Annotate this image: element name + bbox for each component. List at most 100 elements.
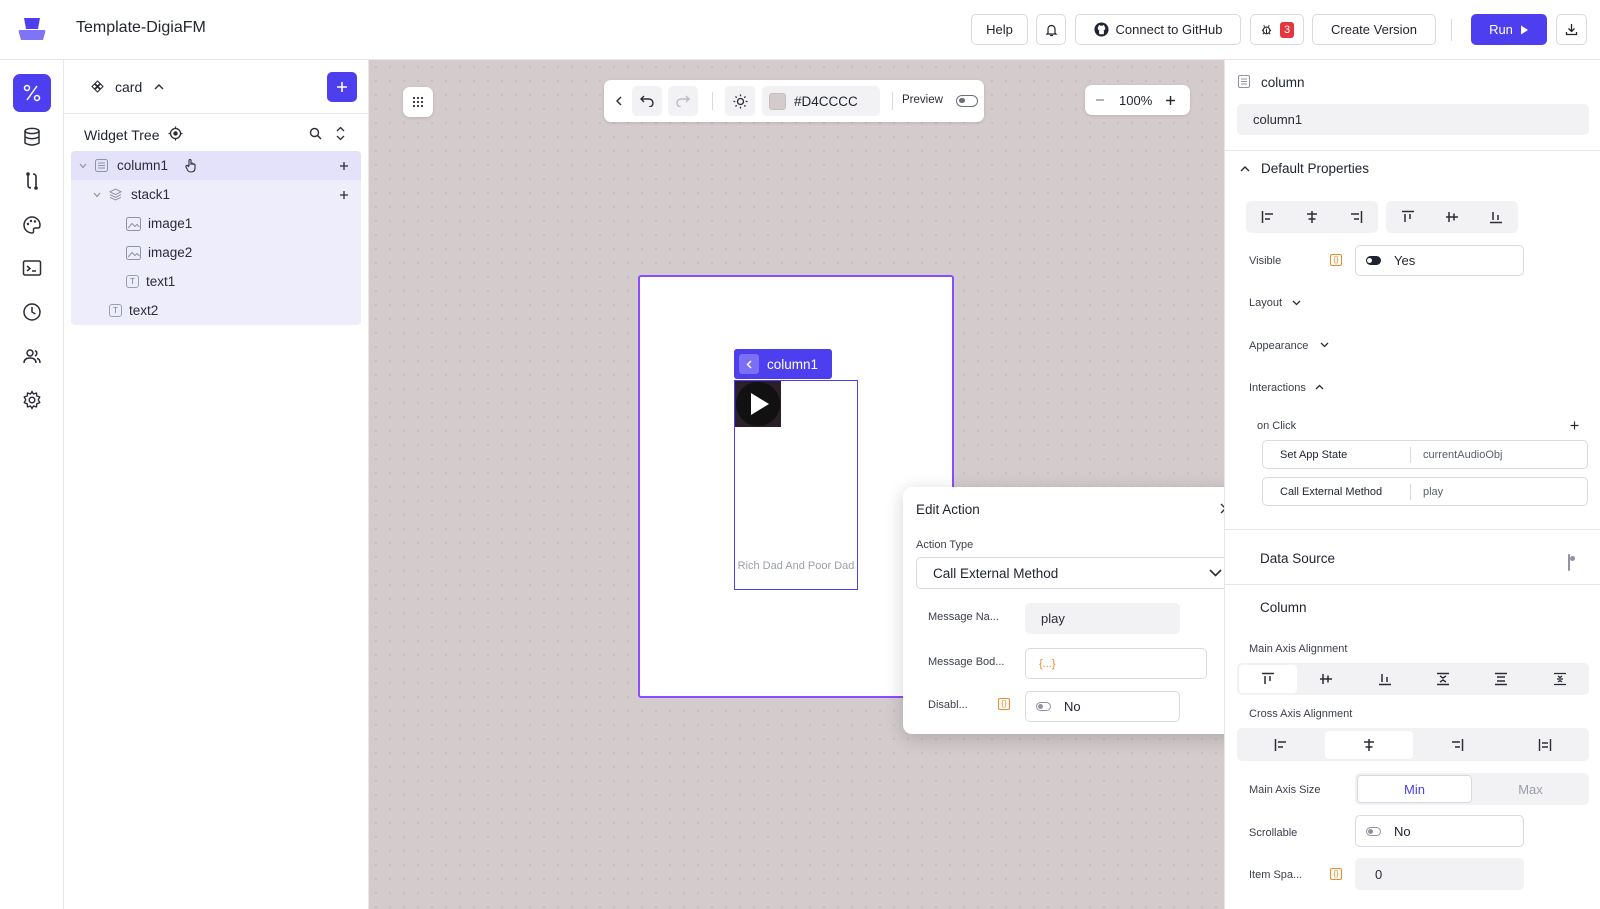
layout-section-title[interactable]: Layout — [1249, 297, 1282, 309]
run-label: Run — [1489, 22, 1513, 37]
rail-widgets-button[interactable] — [13, 74, 51, 112]
undo-button[interactable] — [632, 86, 662, 116]
chevron-down-icon[interactable] — [1320, 342, 1329, 348]
cross-axis-stretch-icon[interactable] — [1501, 731, 1589, 759]
space-around-icon[interactable] — [1472, 665, 1530, 693]
add-child-icon[interactable] — [339, 190, 349, 200]
rail-theme-button[interactable] — [13, 206, 51, 244]
main-axis-start-icon[interactable] — [1239, 665, 1298, 693]
appearance-section-title[interactable]: Appearance — [1249, 340, 1308, 352]
main-axis-center-icon[interactable] — [1297, 665, 1355, 693]
size-min-option[interactable]: Min — [1357, 775, 1472, 803]
tree-item-text1[interactable]: T text1 — [71, 267, 361, 296]
create-version-button[interactable]: Create Version — [1312, 14, 1436, 45]
align-bottom-icon[interactable] — [1474, 203, 1518, 231]
preview-toggle[interactable] — [956, 95, 978, 107]
cross-axis-center-icon[interactable] — [1325, 730, 1413, 759]
chevron-down-icon[interactable] — [79, 163, 87, 169]
search-icon[interactable] — [309, 127, 322, 140]
chevron-up-icon[interactable] — [1240, 165, 1250, 172]
rail-database-button[interactable] — [13, 118, 51, 156]
chevron-down-icon[interactable] — [93, 192, 101, 198]
rail-history-button[interactable] — [13, 293, 51, 331]
select-parent-button[interactable] — [739, 354, 759, 374]
rail-users-button[interactable] — [13, 337, 51, 375]
chevron-up-icon[interactable] — [1315, 384, 1324, 390]
option-label: Min — [1404, 781, 1425, 797]
locate-icon[interactable] — [168, 126, 183, 141]
help-button[interactable]: Help — [971, 14, 1028, 45]
align-center-h-icon[interactable] — [1290, 203, 1334, 231]
zoom-level[interactable]: 100% — [1119, 93, 1152, 108]
run-button[interactable]: Run — [1471, 14, 1547, 45]
main-axis-end-icon[interactable] — [1356, 665, 1414, 693]
code-expression-icon[interactable]: {} — [1330, 254, 1342, 266]
message-body-input[interactable]: {...} — [1025, 648, 1207, 679]
widget-type: column — [1261, 75, 1305, 90]
chevron-down-icon[interactable] — [1292, 300, 1301, 306]
clock-icon — [22, 302, 42, 322]
selected-column-outline[interactable]: Rich Dad And Poor Dad — [734, 380, 858, 590]
scrollable-toggle-field[interactable]: No — [1355, 815, 1524, 847]
chevron-up-icon[interactable] — [154, 83, 164, 90]
item-spacing-input[interactable]: 0 — [1355, 858, 1524, 890]
design-canvas[interactable]: #D4CCCC Preview 100% column1 Rich Dad An… — [369, 60, 1224, 909]
play-circle-icon[interactable] — [735, 381, 781, 427]
widget-name-value: column1 — [1253, 112, 1303, 127]
cross-axis-end-icon[interactable] — [1413, 731, 1501, 759]
default-properties-title[interactable]: Default Properties — [1261, 161, 1369, 176]
tree-item-stack1[interactable]: stack1 — [71, 180, 361, 209]
canvas-color-field[interactable]: #D4CCCC — [762, 86, 880, 116]
align-left-icon[interactable] — [1246, 203, 1290, 231]
code-expression-icon[interactable]: {} — [998, 698, 1010, 710]
add-action-icon[interactable] — [1570, 421, 1579, 430]
edit-action-modal: Edit Action Action Type Call External Me… — [903, 487, 1247, 734]
cross-axis-start-icon[interactable] — [1237, 731, 1325, 759]
zoom-in-icon[interactable] — [1165, 95, 1176, 106]
debug-button[interactable]: 3 — [1250, 14, 1304, 45]
selected-widget-chip[interactable]: column1 — [734, 349, 832, 379]
grid-toggle-button[interactable] — [403, 87, 433, 117]
code-expression-icon[interactable]: {} — [1330, 868, 1342, 880]
add-child-icon[interactable] — [339, 161, 349, 171]
chevron-left-icon[interactable] — [616, 96, 622, 106]
notifications-button[interactable] — [1036, 14, 1066, 45]
interactions-section-title[interactable]: Interactions — [1249, 382, 1306, 394]
tree-item-image1[interactable]: image1 — [71, 209, 361, 238]
space-between-icon[interactable] — [1414, 665, 1472, 693]
data-source-toggle[interactable] — [1568, 554, 1570, 571]
expand-collapse-icon[interactable] — [336, 126, 345, 141]
action-row[interactable]: Set App State currentAudioObj — [1262, 440, 1588, 469]
tree-item-column1[interactable]: column1 — [71, 151, 361, 180]
align-right-icon[interactable] — [1334, 203, 1378, 231]
rail-settings-button[interactable] — [13, 381, 51, 419]
action-type-select[interactable]: Call External Method — [916, 557, 1235, 589]
align-center-v-icon[interactable] — [1430, 203, 1474, 231]
action-row[interactable]: Call External Method play — [1262, 477, 1588, 506]
align-top-icon[interactable] — [1386, 203, 1430, 231]
app-logo-icon[interactable] — [17, 16, 47, 42]
rail-api-button[interactable] — [13, 162, 51, 200]
size-max-option[interactable]: Max — [1474, 775, 1587, 803]
bug-icon — [1260, 23, 1273, 36]
zoom-control: 100% — [1085, 85, 1190, 115]
properties-panel: column column1 Default Properties Visibl… — [1224, 60, 1600, 909]
zoom-out-icon[interactable] — [1095, 95, 1105, 105]
message-name-input[interactable]: play — [1025, 603, 1180, 634]
tree-item-text2[interactable]: T text2 — [71, 296, 361, 325]
help-label: Help — [986, 22, 1013, 37]
redo-button[interactable] — [668, 86, 698, 116]
theme-toggle-button[interactable] — [725, 86, 755, 116]
chevron-down-icon — [1209, 569, 1222, 577]
widget-tree-title: Widget Tree — [84, 127, 160, 143]
visible-toggle-field[interactable]: Yes — [1355, 245, 1524, 276]
disable-toggle-field[interactable]: No — [1025, 691, 1180, 722]
connect-github-button[interactable]: Connect to GitHub — [1075, 14, 1241, 45]
rail-console-button[interactable] — [13, 249, 51, 287]
add-widget-button[interactable] — [327, 72, 357, 102]
space-evenly-icon[interactable] — [1531, 665, 1589, 693]
widget-name-input[interactable]: column1 — [1237, 104, 1589, 135]
component-name[interactable]: card — [115, 79, 142, 95]
tree-item-image2[interactable]: image2 — [71, 238, 361, 267]
download-button[interactable] — [1556, 14, 1587, 45]
